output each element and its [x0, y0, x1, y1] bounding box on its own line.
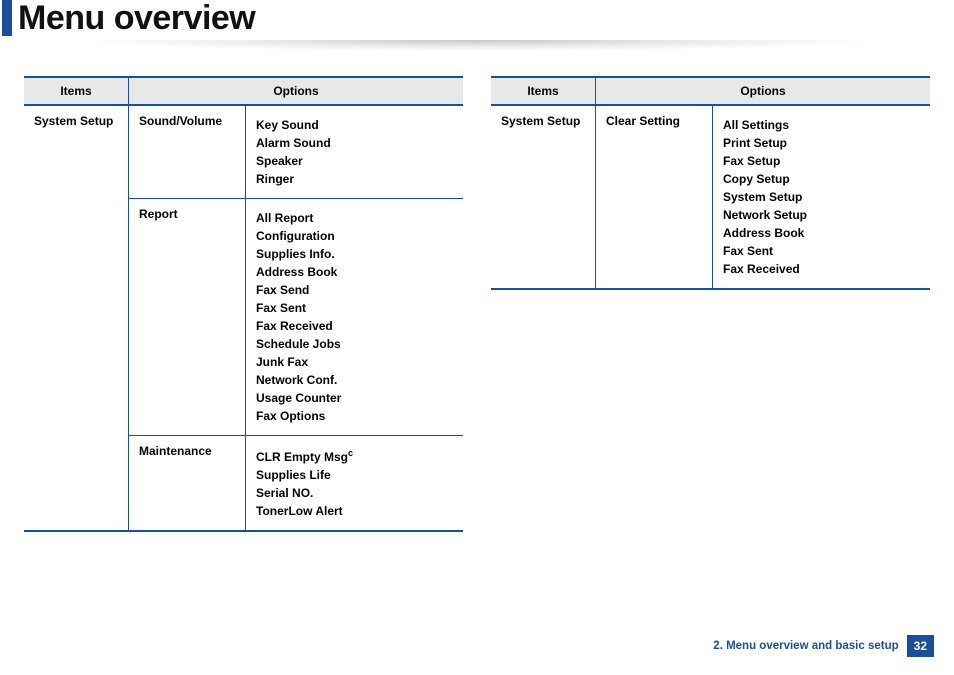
option-item: Alarm Sound — [256, 136, 453, 150]
option-item: Ringer — [256, 172, 453, 186]
col-header-items: Items — [24, 77, 129, 105]
right-column: Items Options System SetupClear SettingA… — [491, 76, 930, 532]
title-bar: Menu overview — [0, 0, 954, 44]
option-item: Fax Received — [723, 262, 920, 276]
option-item: TonerLow Alert — [256, 504, 453, 518]
options-cell: CLR Empty Msgc Supplies Life Serial NO. Ton… — [246, 436, 464, 532]
footer-chapter: 2. Menu overview and basic setup — [713, 640, 906, 652]
subcategory-cell: Sound/Volume — [129, 105, 246, 199]
table-row: System SetupClear SettingAll SettingsPri… — [491, 105, 930, 289]
option-item: Fax Sent — [256, 301, 453, 315]
option-item: Junk Fax — [256, 355, 453, 369]
option-item: Usage Counter — [256, 391, 453, 405]
options-cell: All Settings Print Setup Fax Setup Copy Set… — [713, 105, 931, 289]
option-item: Fax Send — [256, 283, 453, 297]
category-cell: System Setup — [24, 105, 129, 531]
option-item: Serial NO. — [256, 486, 453, 500]
option-item: Fax Received — [256, 319, 453, 333]
title-accent — [2, 0, 12, 36]
subcategory-cell: Maintenance — [129, 436, 246, 532]
option-item: Network Conf. — [256, 373, 453, 387]
option-item: Supplies Info. — [256, 247, 453, 261]
option-item: Print Setup — [723, 136, 920, 150]
option-item: Supplies Life — [256, 468, 453, 482]
option-item: All Report — [256, 211, 453, 225]
option-item: Key Sound — [256, 118, 453, 132]
page-title: Menu overview — [0, 0, 954, 36]
subcategory-cell: Report — [129, 199, 246, 436]
option-item: Fax Setup — [723, 154, 920, 168]
category-cell: System Setup — [491, 105, 596, 289]
option-item: Schedule Jobs — [256, 337, 453, 351]
content: Items Options System SetupSound/VolumeKe… — [0, 76, 954, 532]
option-footnote: c — [348, 448, 353, 458]
title-shadow — [0, 40, 954, 56]
option-item: All Settings — [723, 118, 920, 132]
col-header-options: Options — [129, 77, 464, 105]
option-item: System Setup — [723, 190, 920, 204]
option-item: Fax Sent — [723, 244, 920, 258]
footer: 2. Menu overview and basic setup 32 — [713, 635, 934, 657]
left-column: Items Options System SetupSound/VolumeKe… — [24, 76, 463, 532]
option-item: Configuration — [256, 229, 453, 243]
option-item: Address Book — [723, 226, 920, 240]
col-header-options: Options — [596, 77, 931, 105]
option-item: Address Book — [256, 265, 453, 279]
option-item: CLR Empty Msgc — [256, 448, 453, 464]
footer-page-number: 32 — [907, 635, 934, 657]
options-cell: All Report Configuration Supplies Info. Add… — [246, 199, 464, 436]
left-table: Items Options System SetupSound/VolumeKe… — [24, 76, 463, 532]
table-row: System SetupSound/VolumeKey SoundAlarm S… — [24, 105, 463, 199]
option-item: Fax Options — [256, 409, 453, 423]
option-item: Network Setup — [723, 208, 920, 222]
col-header-items: Items — [491, 77, 596, 105]
subcategory-cell: Clear Setting — [596, 105, 713, 289]
options-cell: Key Sound Alarm Sound Speaker Ringer — [246, 105, 464, 199]
right-table: Items Options System SetupClear SettingA… — [491, 76, 930, 290]
option-item: Speaker — [256, 154, 453, 168]
option-item: Copy Setup — [723, 172, 920, 186]
